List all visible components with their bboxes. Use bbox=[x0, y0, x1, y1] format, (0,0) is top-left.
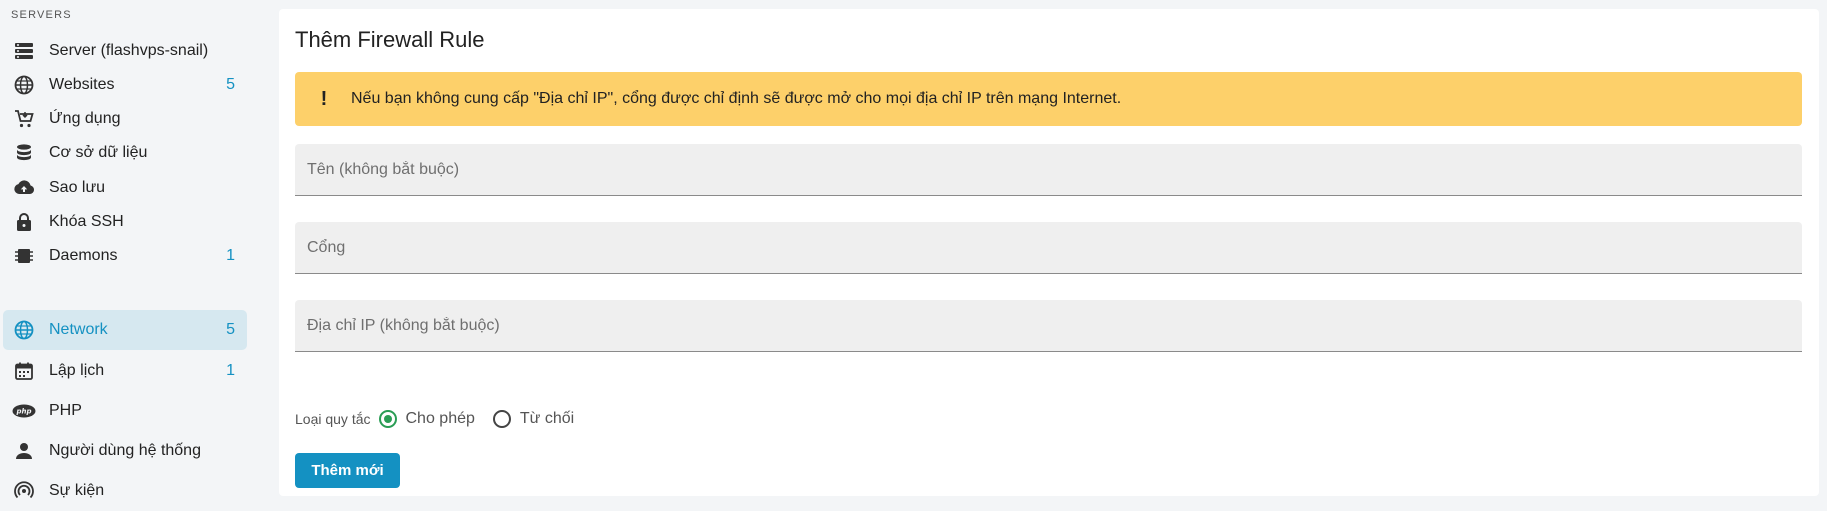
sidebar-item-network[interactable]: Network 5 bbox=[3, 310, 247, 350]
sidebar-item-label: Network bbox=[49, 321, 108, 338]
ip-address-input[interactable] bbox=[295, 300, 1802, 351]
sidebar-item-schedule[interactable]: Lập lịch 1 bbox=[3, 351, 247, 391]
cloud-upload-icon bbox=[11, 175, 37, 201]
broadcast-icon bbox=[11, 478, 37, 504]
chip-icon bbox=[11, 243, 37, 269]
user-icon bbox=[11, 438, 37, 464]
calendar-icon bbox=[11, 358, 37, 384]
sidebar-item-label: Daemons bbox=[49, 247, 118, 264]
sidebar-item-daemons[interactable]: Daemons 1 bbox=[3, 236, 247, 276]
sidebar-item-label: Người dùng hệ thống bbox=[49, 442, 201, 459]
sidebar-item-label: Websites bbox=[49, 76, 115, 93]
sidebar-item-label: Cơ sở dữ liệu bbox=[49, 144, 148, 161]
rule-type-group: Loại quy tắc Cho phép Từ chối bbox=[295, 407, 592, 431]
sidebar-item-label: Sự kiện bbox=[49, 482, 105, 499]
sidebar: SERVERS Server (flashvps-snail) Websites… bbox=[0, 0, 258, 499]
globe-icon bbox=[11, 72, 37, 98]
sidebar-item-count: 5 bbox=[226, 76, 235, 93]
sidebar-item-events[interactable]: Sự kiện bbox=[3, 471, 247, 511]
rule-type-label: Loại quy tắc bbox=[295, 411, 371, 427]
radio-circle bbox=[378, 410, 397, 428]
lock-icon bbox=[11, 209, 37, 235]
sidebar-item-label: Lập lịch bbox=[49, 362, 105, 379]
add-new-button[interactable]: Thêm mới bbox=[295, 453, 400, 488]
sidebar-item-count: 1 bbox=[226, 362, 235, 379]
sidebar-item-databases[interactable]: Cơ sở dữ liệu bbox=[3, 133, 247, 173]
sidebar-item-count: 1 bbox=[226, 247, 235, 264]
sidebar-item-label: Server (flashvps-snail) bbox=[49, 42, 209, 59]
name-field bbox=[295, 144, 1802, 196]
cart-icon bbox=[11, 106, 37, 132]
sidebar-item-php[interactable]: php PHP bbox=[3, 391, 247, 431]
ip-field bbox=[295, 300, 1802, 352]
firewall-rule-card: Thêm Firewall Rule ! Nếu bạn không cung … bbox=[279, 9, 1819, 496]
database-icon bbox=[11, 140, 37, 166]
php-icon: php bbox=[11, 398, 37, 424]
radio-deny-label: Từ chối bbox=[519, 410, 575, 427]
radio-allow[interactable]: Cho phép bbox=[378, 410, 475, 428]
radio-deny[interactable]: Từ chối bbox=[492, 410, 575, 428]
svg-text:php: php bbox=[15, 408, 31, 416]
port-field bbox=[295, 222, 1802, 274]
port-input[interactable] bbox=[295, 222, 1802, 273]
globe-icon bbox=[11, 317, 37, 343]
sidebar-item-system-users[interactable]: Người dùng hệ thống bbox=[3, 431, 247, 471]
exclamation-icon: ! bbox=[320, 87, 328, 110]
server-icon bbox=[11, 38, 37, 64]
sidebar-item-label: Ứng dụng bbox=[49, 110, 121, 127]
page-title: Thêm Firewall Rule bbox=[295, 27, 485, 52]
radio-circle bbox=[492, 410, 511, 428]
radio-allow-label: Cho phép bbox=[405, 410, 475, 427]
name-input[interactable] bbox=[295, 144, 1802, 195]
sidebar-item-label: Khóa SSH bbox=[49, 213, 124, 230]
sidebar-item-count: 5 bbox=[226, 321, 235, 338]
sidebar-heading: SERVERS bbox=[11, 9, 72, 21]
sidebar-item-label: PHP bbox=[49, 402, 82, 419]
sidebar-item-label: Sao lưu bbox=[49, 179, 106, 196]
alert-text: Nếu bạn không cung cấp "Địa chỉ IP", cổn… bbox=[351, 90, 1122, 107]
warning-alert: ! Nếu bạn không cung cấp "Địa chỉ IP", c… bbox=[295, 72, 1802, 126]
